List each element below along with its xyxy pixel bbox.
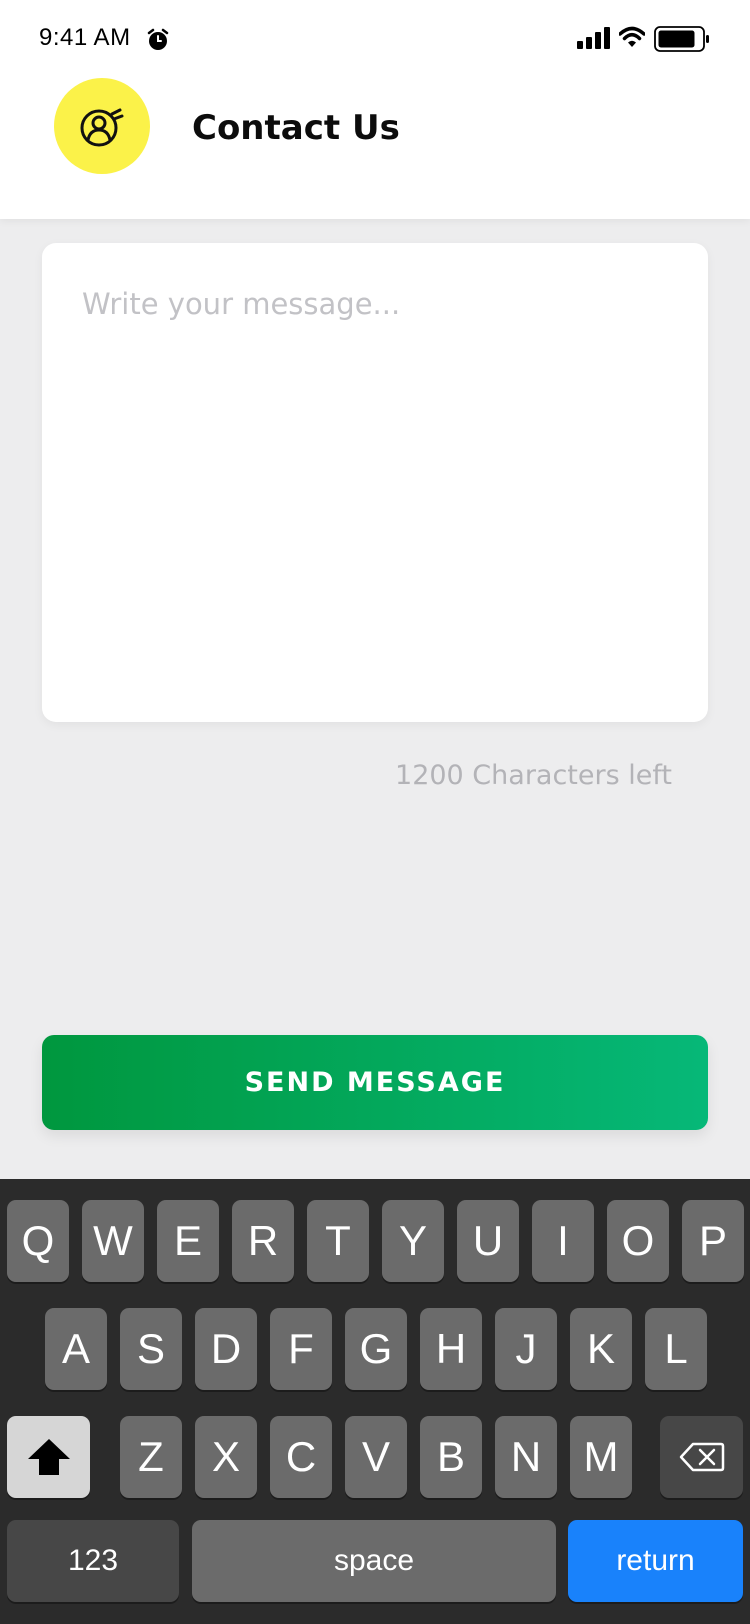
key-v[interactable]: V: [345, 1416, 407, 1498]
backspace-icon: [679, 1442, 724, 1472]
page-title: Contact Us: [192, 108, 400, 148]
key-j[interactable]: J: [495, 1308, 557, 1390]
key-z[interactable]: Z: [120, 1416, 182, 1498]
message-card: [42, 243, 708, 722]
key-y[interactable]: Y: [382, 1200, 444, 1282]
contact-person-icon: [80, 108, 124, 147]
key-l[interactable]: L: [645, 1308, 707, 1390]
key-k[interactable]: K: [570, 1308, 632, 1390]
key-t[interactable]: T: [307, 1200, 369, 1282]
key-n[interactable]: N: [495, 1416, 557, 1498]
shift-icon: [27, 1439, 70, 1475]
return-key[interactable]: return: [568, 1520, 743, 1602]
key-f[interactable]: F: [270, 1308, 332, 1390]
key-a[interactable]: A: [45, 1308, 107, 1390]
key-e[interactable]: E: [157, 1200, 219, 1282]
keyboard: Q W E R T Y U I O P A S D F G H J K L Z …: [0, 1179, 750, 1624]
signal-icon: [577, 27, 610, 49]
key-c[interactable]: C: [270, 1416, 332, 1498]
key-g[interactable]: G: [345, 1308, 407, 1390]
key-m[interactable]: M: [570, 1416, 632, 1498]
key-i[interactable]: I: [532, 1200, 594, 1282]
delete-key[interactable]: [660, 1416, 743, 1498]
key-d[interactable]: D: [195, 1308, 257, 1390]
shift-key[interactable]: [7, 1416, 90, 1498]
characters-left-label: 1200 Characters left: [395, 760, 672, 791]
space-key[interactable]: space: [192, 1520, 556, 1602]
key-h[interactable]: H: [420, 1308, 482, 1390]
key-r[interactable]: R: [232, 1200, 294, 1282]
key-b[interactable]: B: [420, 1416, 482, 1498]
battery-icon: [654, 26, 709, 52]
key-s[interactable]: S: [120, 1308, 182, 1390]
numbers-key[interactable]: 123: [7, 1520, 179, 1602]
key-w[interactable]: W: [82, 1200, 144, 1282]
key-o[interactable]: O: [607, 1200, 669, 1282]
header-bar: 9:41 AM Contact Us: [0, 0, 750, 219]
alarm-icon: [147, 28, 169, 50]
contact-avatar: [54, 78, 150, 174]
key-q[interactable]: Q: [7, 1200, 69, 1282]
key-x[interactable]: X: [195, 1416, 257, 1498]
wifi-icon: [619, 26, 645, 47]
send-message-button[interactable]: SEND MESSAGE: [42, 1035, 708, 1130]
message-input[interactable]: [42, 243, 708, 722]
key-p[interactable]: P: [682, 1200, 744, 1282]
key-u[interactable]: U: [457, 1200, 519, 1282]
status-time: 9:41 AM: [39, 24, 131, 51]
